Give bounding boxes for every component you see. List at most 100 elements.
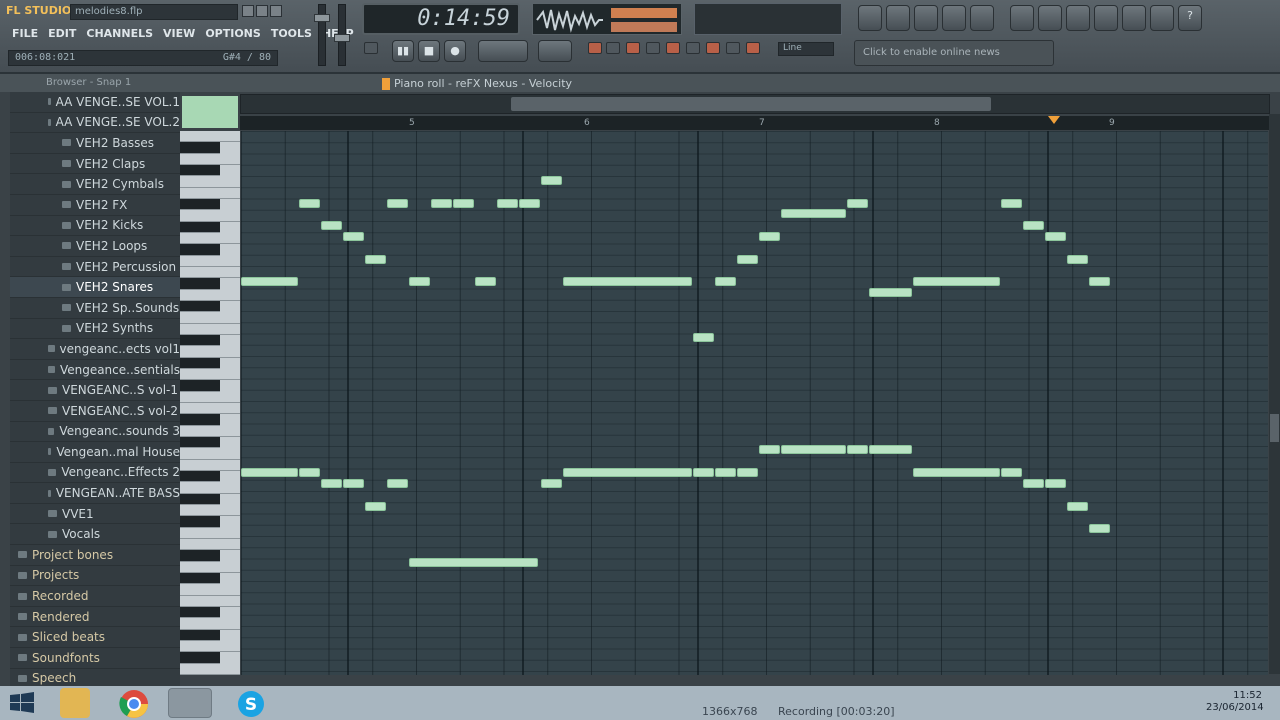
close-icon[interactable] <box>270 5 282 17</box>
midi-note[interactable] <box>869 445 912 454</box>
blend-notes-icon[interactable] <box>666 42 680 54</box>
midi-note[interactable] <box>409 277 430 286</box>
white-key[interactable] <box>180 369 240 381</box>
midi-note[interactable] <box>299 199 320 208</box>
midi-note[interactable] <box>759 445 780 454</box>
midi-note[interactable] <box>497 199 518 208</box>
black-key[interactable] <box>180 357 220 369</box>
midi-note[interactable] <box>241 277 298 286</box>
midi-note[interactable] <box>519 199 540 208</box>
menu-channels[interactable]: CHANNELS <box>82 26 157 44</box>
playlist-icon[interactable] <box>858 5 882 31</box>
midi-note[interactable] <box>365 255 386 264</box>
black-key[interactable] <box>180 142 220 154</box>
white-key[interactable] <box>180 527 240 539</box>
usb-icon[interactable] <box>1066 5 1090 31</box>
midi-note[interactable] <box>781 209 846 218</box>
midi-note[interactable] <box>1001 199 1022 208</box>
browser-item[interactable]: Project bones <box>10 545 180 566</box>
midi-note[interactable] <box>563 468 692 477</box>
browser-item[interactable]: Soundfonts <box>10 648 180 669</box>
record-button[interactable]: ● <box>444 40 466 62</box>
white-key[interactable] <box>180 459 240 471</box>
midi-note[interactable] <box>365 502 386 511</box>
browser-item[interactable]: VEH2 Cymbals <box>10 174 180 195</box>
midi-note[interactable] <box>1023 221 1044 230</box>
horizontal-scroll-thumb[interactable] <box>511 97 991 111</box>
playhead-marker-icon[interactable] <box>1048 116 1060 126</box>
midi-note[interactable] <box>715 277 736 286</box>
white-key[interactable] <box>180 255 240 267</box>
midi-note[interactable] <box>431 199 452 208</box>
midi-note[interactable] <box>759 232 780 241</box>
white-key[interactable] <box>180 391 240 403</box>
black-key[interactable] <box>180 165 220 177</box>
browser-item[interactable]: vengeanc..ects vol1 <box>10 339 180 360</box>
browser-item[interactable]: VEH2 Sp..Sounds <box>10 298 180 319</box>
black-key[interactable] <box>180 652 220 664</box>
countdown-icon[interactable] <box>646 42 660 54</box>
browser-item[interactable]: Vengeanc..sounds 3 <box>10 422 180 443</box>
snap-mode-select[interactable]: Line <box>778 42 834 56</box>
master-pitch-handle[interactable] <box>334 34 350 42</box>
midi-note[interactable] <box>1089 277 1110 286</box>
midi-note[interactable] <box>847 199 868 208</box>
pattern-mode-icon[interactable] <box>364 42 378 54</box>
browser-item[interactable]: VENGEANC..S vol-1 <box>10 380 180 401</box>
browser-item[interactable]: AA VENGE..SE VOL.2 <box>10 113 180 134</box>
snap-icon[interactable] <box>746 42 760 54</box>
black-key[interactable] <box>180 199 220 211</box>
browser-item[interactable]: VEH2 Kicks <box>10 216 180 237</box>
midi-note[interactable] <box>1023 479 1044 488</box>
white-key[interactable] <box>180 403 240 415</box>
zoom-preview[interactable] <box>182 96 238 128</box>
white-key[interactable] <box>180 584 240 596</box>
midi-note[interactable] <box>1067 255 1088 264</box>
midi-note[interactable] <box>1045 232 1066 241</box>
midi-note[interactable] <box>869 288 912 297</box>
overdub-icon[interactable] <box>706 42 720 54</box>
browser-item[interactable]: Projects <box>10 566 180 587</box>
midi-note[interactable] <box>343 232 364 241</box>
black-key[interactable] <box>180 437 220 449</box>
typing-keyboard-icon[interactable] <box>588 42 602 54</box>
minimize-icon[interactable] <box>242 5 254 17</box>
midi-note[interactable] <box>541 479 562 488</box>
save-icon[interactable] <box>1150 5 1174 31</box>
white-key[interactable] <box>180 323 240 335</box>
browser-item[interactable]: VENGEAN..ATE BASS <box>10 483 180 504</box>
midi-note[interactable] <box>1001 468 1022 477</box>
time-ruler[interactable]: 5 6 7 8 9 <box>240 116 1270 130</box>
menu-file[interactable]: FILE <box>8 26 42 44</box>
white-key[interactable] <box>180 448 240 460</box>
browser-item[interactable]: VEH2 Percussion <box>10 257 180 278</box>
black-key[interactable] <box>180 221 220 233</box>
play-pause-button[interactable]: ▮▮ <box>392 40 414 62</box>
piano-roll-target[interactable]: Velocity <box>529 77 572 90</box>
browser-item[interactable]: VEH2 Snares <box>10 277 180 298</box>
midi-note[interactable] <box>387 479 408 488</box>
white-key[interactable] <box>180 289 240 301</box>
midi-note[interactable] <box>1045 479 1066 488</box>
midi-note[interactable] <box>781 445 846 454</box>
white-key[interactable] <box>180 618 240 630</box>
midi-note[interactable] <box>541 176 562 185</box>
browser-item[interactable]: Sliced beats <box>10 627 180 649</box>
black-key[interactable] <box>180 301 220 313</box>
piano-roll-icon[interactable] <box>914 5 938 31</box>
chrome-icon[interactable] <box>118 688 150 720</box>
midi-note[interactable] <box>847 445 868 454</box>
project-filename[interactable]: melodies8.flp <box>70 4 238 20</box>
plugin-picker-icon[interactable] <box>1010 5 1034 31</box>
menu-tools[interactable]: TOOLS <box>267 26 316 44</box>
menu-edit[interactable]: EDIT <box>44 26 80 44</box>
browser-item[interactable]: Vengean..mal House <box>10 442 180 463</box>
midi-note[interactable] <box>1089 524 1110 533</box>
black-key[interactable] <box>180 629 220 641</box>
settings-icon[interactable] <box>1094 5 1118 31</box>
black-key[interactable] <box>180 573 220 585</box>
mixer-icon[interactable] <box>970 5 994 31</box>
browser-item[interactable]: AA VENGE..SE VOL.1 <box>10 92 180 113</box>
browser-item[interactable]: VEH2 Synths <box>10 319 180 340</box>
midi-note[interactable] <box>453 199 474 208</box>
